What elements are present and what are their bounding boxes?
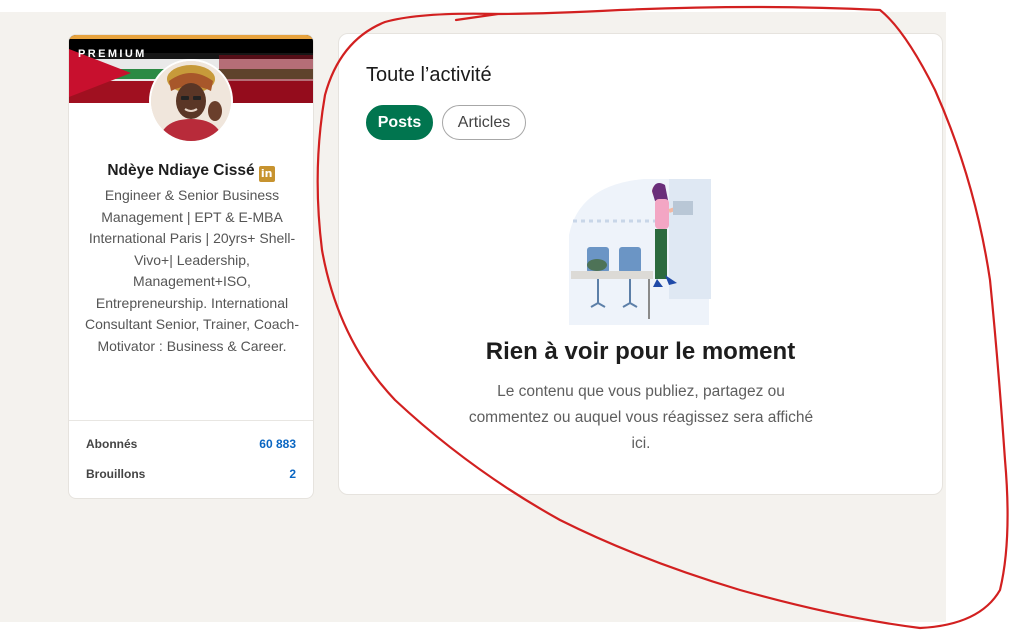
profile-name-row: Ndèye Ndiaye Cissé in xyxy=(69,162,313,182)
tab-posts[interactable]: Posts xyxy=(366,105,433,140)
linkedin-icon: in xyxy=(258,166,275,182)
stat-label: Abonnés xyxy=(86,437,138,451)
profile-name[interactable]: Ndèye Ndiaye Cissé xyxy=(107,162,254,179)
stat-row-followers[interactable]: Abonnés 60 883 xyxy=(86,437,296,451)
avatar-portrait-image xyxy=(151,61,231,141)
premium-label: PREMIUM xyxy=(78,48,147,60)
activity-title: Toute l’activité xyxy=(366,64,492,86)
stat-row-drafts[interactable]: Brouillons 2 xyxy=(86,467,296,481)
tab-articles[interactable]: Articles xyxy=(442,105,526,140)
profile-card: PREMIUM Ndèye Ndiaye Cissé in Engineer & … xyxy=(68,34,314,499)
stat-value: 60 883 xyxy=(259,437,296,451)
empty-state-description: Le contenu que vous publiez, partagez ou… xyxy=(468,383,814,452)
profile-headline: Engineer & Senior Business Management | … xyxy=(84,187,299,354)
card-divider xyxy=(69,420,313,421)
avatar[interactable] xyxy=(149,59,233,143)
stat-value: 2 xyxy=(289,467,296,481)
empty-state-illustration xyxy=(569,179,711,325)
empty-state-title: Rien à voir pour le moment xyxy=(485,338,796,365)
premium-accent-line xyxy=(69,35,313,39)
stat-label: Brouillons xyxy=(86,467,146,481)
activity-card: Toute l’activité Posts Articles Rien à v… xyxy=(338,33,943,495)
